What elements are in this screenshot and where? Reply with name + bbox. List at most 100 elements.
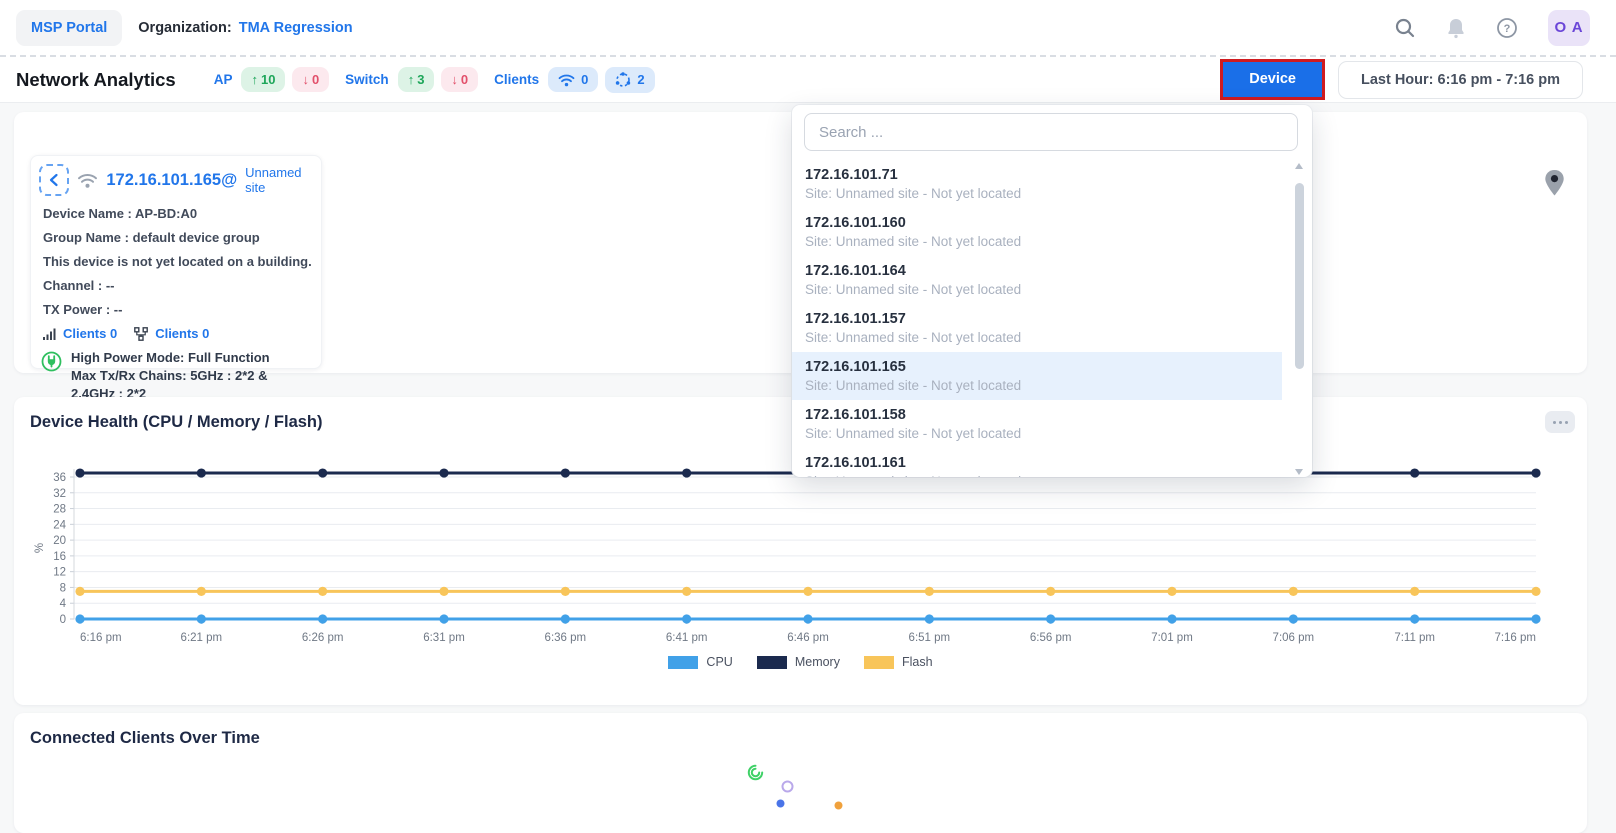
svg-text:7:16 pm: 7:16 pm xyxy=(1494,632,1536,644)
organization-name-link[interactable]: TMA Regression xyxy=(239,20,353,36)
svg-text:4: 4 xyxy=(60,598,67,610)
clients-label: Clients xyxy=(494,72,539,87)
svg-text:24: 24 xyxy=(53,519,66,531)
notifications-bell-icon[interactable] xyxy=(1446,17,1466,39)
device-health-chart-area: 04812162024283236%6:16 pm6:21 pm6:26 pm6… xyxy=(30,453,1571,653)
device-option-ip: 172.16.101.71 xyxy=(805,167,1282,183)
ap-label: AP xyxy=(214,72,233,87)
group-name-line: Group Name : default device group xyxy=(43,230,313,245)
back-button[interactable] xyxy=(39,164,69,196)
switch-down-count: 0 xyxy=(461,72,468,87)
svg-text:6:56 pm: 6:56 pm xyxy=(1030,632,1072,644)
legend-item-memory[interactable]: Memory xyxy=(757,655,840,669)
device-option-ip: 172.16.101.158 xyxy=(805,407,1282,423)
loading-spinner-orange-icon xyxy=(834,797,843,815)
device-option-ip: 172.16.101.160 xyxy=(805,215,1282,231)
svg-text:?: ? xyxy=(1504,23,1511,35)
legend-label: Flash xyxy=(902,655,933,669)
wifi-device-icon xyxy=(77,172,98,189)
scroll-down-arrow-icon[interactable] xyxy=(1295,469,1303,475)
legend-label: CPU xyxy=(706,655,732,669)
msp-portal-button[interactable]: MSP Portal xyxy=(16,10,122,46)
device-option[interactable]: 172.16.101.160 Site: Unnamed site - Not … xyxy=(792,208,1282,256)
switch-up-badge: ↑3 xyxy=(398,67,435,92)
svg-text:6:16 pm: 6:16 pm xyxy=(80,632,122,644)
loading-spinner-green-icon xyxy=(747,764,764,786)
ap-up-badge: ↑10 xyxy=(241,67,285,92)
location-pin-icon[interactable] xyxy=(1543,169,1566,202)
wired-clients-link[interactable]: Clients 0 xyxy=(155,326,209,341)
power-mode-line: High Power Mode: Full Function xyxy=(71,349,313,367)
avatar[interactable]: O A xyxy=(1548,10,1590,46)
trend-up-icon: ↑ xyxy=(251,72,258,87)
clients-wifi-count: 0 xyxy=(581,72,588,87)
svg-text:20: 20 xyxy=(53,535,66,547)
svg-text:7:11 pm: 7:11 pm xyxy=(1394,632,1435,644)
signal-bars-icon xyxy=(43,328,56,340)
legend-swatch xyxy=(864,656,894,669)
connected-clients-title: Connected Clients Over Time xyxy=(30,729,1587,748)
switch-label: Switch xyxy=(345,72,389,87)
device-option[interactable]: 172.16.101.161 Site: Unnamed site - Not … xyxy=(792,448,1282,477)
device-button[interactable]: Device xyxy=(1223,62,1322,98)
trend-down-icon: ↓ xyxy=(451,72,458,87)
svg-text:6:51 pm: 6:51 pm xyxy=(909,632,951,644)
annotation-highlight-box: Device xyxy=(1220,59,1325,101)
scroll-up-arrow-icon[interactable] xyxy=(1295,163,1303,169)
topbar: MSP Portal Organization: TMA Regression ?… xyxy=(0,0,1616,57)
device-site-link[interactable]: Unnamed site xyxy=(245,165,313,195)
clients-mesh-count: 2 xyxy=(637,72,644,87)
page-title: Network Analytics xyxy=(16,69,176,91)
legend-swatch xyxy=(668,656,698,669)
legend-item-cpu[interactable]: CPU xyxy=(668,655,732,669)
loading-spinner-blue-icon xyxy=(776,795,785,813)
device-option[interactable]: 172.16.101.165 Site: Unnamed site - Not … xyxy=(792,352,1282,400)
device-option-ip: 172.16.101.161 xyxy=(805,455,1282,471)
device-option-ip: 172.16.101.165 xyxy=(805,359,1282,375)
mesh-network-icon xyxy=(615,72,631,88)
device-option[interactable]: 172.16.101.71 Site: Unnamed site - Not y… xyxy=(792,160,1282,208)
svg-text:6:31 pm: 6:31 pm xyxy=(423,632,465,644)
device-option-ip: 172.16.101.157 xyxy=(805,311,1282,327)
svg-text:6:36 pm: 6:36 pm xyxy=(545,632,587,644)
scrollbar-thumb[interactable] xyxy=(1295,183,1304,369)
trend-up-icon: ↑ xyxy=(408,72,415,87)
power-plug-icon xyxy=(41,351,62,372)
ap-down-count: 0 xyxy=(312,72,319,87)
device-option[interactable]: 172.16.101.157 Site: Unnamed site - Not … xyxy=(792,304,1282,352)
svg-text:8: 8 xyxy=(60,582,66,594)
dropdown-scrollbar[interactable] xyxy=(1295,161,1304,475)
svg-text:7:06 pm: 7:06 pm xyxy=(1273,632,1315,644)
device-option-site: Site: Unnamed site - Not yet located xyxy=(805,330,1282,345)
search-icon[interactable] xyxy=(1394,17,1416,39)
tx-power-line: TX Power : -- xyxy=(43,302,313,317)
chart-legend: CPU Memory Flash xyxy=(14,655,1587,669)
svg-text:0: 0 xyxy=(60,614,66,626)
svg-text:%: % xyxy=(34,543,46,553)
device-option[interactable]: 172.16.101.164 Site: Unnamed site - Not … xyxy=(792,256,1282,304)
svg-text:6:41 pm: 6:41 pm xyxy=(666,632,708,644)
device-health-chart: 04812162024283236%6:16 pm6:21 pm6:26 pm6… xyxy=(30,453,1571,653)
help-icon[interactable]: ? xyxy=(1496,17,1518,39)
switch-down-badge: ↓0 xyxy=(441,67,478,92)
device-option-site: Site: Unnamed site - Not yet located xyxy=(805,186,1282,201)
device-option-site: Site: Unnamed site - Not yet located xyxy=(805,474,1282,477)
ap-up-count: 10 xyxy=(261,72,275,87)
wireless-clients-link[interactable]: Clients 0 xyxy=(63,326,117,341)
device-stats: AP ↑10 ↓0 Switch ↑3 ↓0 Clients 0 2 xyxy=(198,67,655,93)
device-search-input[interactable] xyxy=(804,113,1298,151)
device-ip-title: 172.16.101.165@ xyxy=(106,171,237,190)
device-select-dropdown: 172.16.101.71 Site: Unnamed site - Not y… xyxy=(792,105,1312,477)
legend-item-flash[interactable]: Flash xyxy=(864,655,933,669)
organization-label: Organization: xyxy=(138,20,231,36)
svg-text:32: 32 xyxy=(53,488,66,500)
channel-line: Channel : -- xyxy=(43,278,313,293)
time-range-selector[interactable]: Last Hour: 6:16 pm - 7:16 pm xyxy=(1338,61,1583,99)
toolbar-right: Device Last Hour: 6:16 pm - 7:16 pm xyxy=(1220,59,1583,101)
svg-text:6:26 pm: 6:26 pm xyxy=(302,632,344,644)
more-options-button[interactable] xyxy=(1545,411,1575,433)
trend-down-icon: ↓ xyxy=(302,72,309,87)
legend-swatch xyxy=(757,656,787,669)
device-option[interactable]: 172.16.101.158 Site: Unnamed site - Not … xyxy=(792,400,1282,448)
svg-text:36: 36 xyxy=(53,472,66,484)
